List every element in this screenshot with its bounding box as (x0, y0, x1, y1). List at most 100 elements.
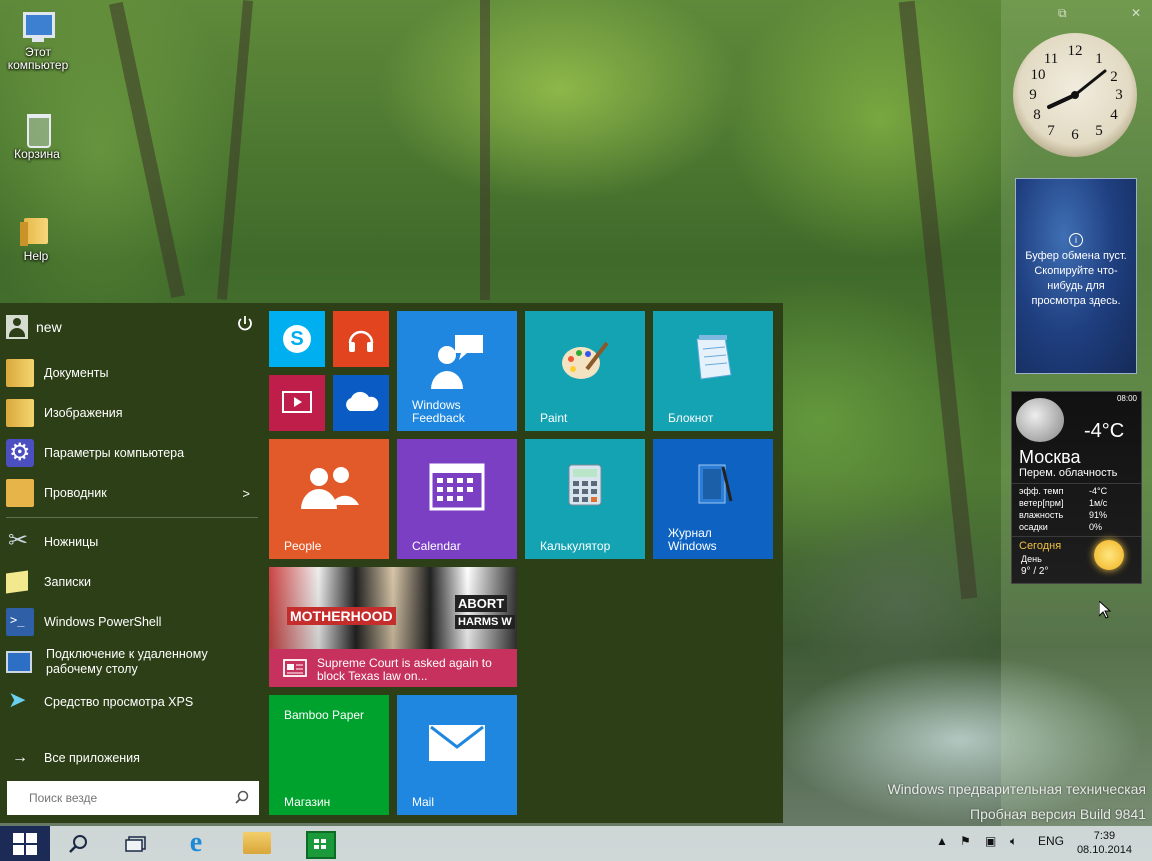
folder-icon (18, 212, 54, 248)
arrow-right-icon: → (12, 749, 28, 766)
paint-palette-icon (562, 341, 609, 379)
desktop-icon-help-folder[interactable]: Help (1, 212, 71, 263)
tile-video[interactable] (269, 375, 325, 431)
clock-date: 08.10.2014 (1076, 844, 1132, 856)
tile-windows-feedback[interactable]: Windows Feedback (397, 311, 517, 431)
volume-icon[interactable]: 🔈︎ (1010, 834, 1017, 849)
windows-logo-icon (13, 833, 37, 855)
weather-row: ветер[прм] 1м/с (1019, 498, 1108, 508)
mouse-cursor-icon (1099, 601, 1111, 619)
weather-gadget[interactable]: 08:00 -4°C Москва Перем. облачность эфф.… (1011, 391, 1142, 584)
input-language-indicator[interactable]: ENG (1038, 834, 1064, 848)
tile-news[interactable]: MOTHERHOOD ABORT HARMS W Supreme Court i… (269, 567, 517, 687)
menu-item-remote-desktop[interactable]: Подключение к удаленному рабочему столу (6, 644, 258, 680)
clock-gadget[interactable]: 12 1 2 3 4 5 6 7 8 9 10 11 (1013, 33, 1137, 157)
start-menu: new Документы Изображения Параметры комп… (0, 303, 783, 823)
cloud-icon (346, 391, 379, 411)
desktop-icon-label: Этот компьютер (7, 45, 69, 72)
tile-calendar[interactable]: Calendar (397, 439, 517, 559)
tile-label: Mail (412, 795, 435, 809)
news-photo: MOTHERHOOD ABORT HARMS W (269, 567, 517, 649)
start-button[interactable] (0, 826, 50, 861)
search-icon[interactable] (235, 790, 249, 804)
pc-settings-icon (6, 438, 34, 467)
taskbar-search-button[interactable] (54, 826, 104, 861)
tile-label: Магазин (284, 795, 331, 809)
chevron-right-icon[interactable]: > (242, 486, 250, 501)
menu-item-pc-settings[interactable]: Параметры компьютера (6, 435, 258, 471)
protest-sign-text: MOTHERHOOD (287, 607, 396, 625)
tree-trunk (480, 0, 490, 300)
tile-label: Калькулятор (540, 539, 611, 553)
info-icon: i (1069, 233, 1083, 247)
search-input[interactable] (27, 790, 231, 806)
recycle-bin-icon (19, 110, 55, 148)
desktop-icon-recycle-bin[interactable]: Корзина (2, 110, 72, 161)
desktop-icon-label: Корзина (14, 147, 60, 161)
menu-item-xps-viewer[interactable]: Средство просмотра XPS (6, 684, 258, 720)
weather-day-label: День (1021, 554, 1042, 564)
tile-notepad[interactable]: Блокнот (653, 311, 773, 431)
build-watermark-line2: Пробная версия Build 9841 (970, 806, 1146, 822)
menu-item-label: Параметры компьютера (44, 446, 185, 460)
weather-temperature: -4°C (1084, 420, 1125, 442)
gadget-close-icon[interactable]: ✕ (1131, 6, 1141, 20)
menu-item-file-explorer[interactable]: Проводник > (6, 475, 258, 511)
store-featured-app: Bamboo Paper (284, 708, 365, 722)
tile-store[interactable]: Bamboo Paper Магазин (269, 695, 389, 815)
user-account[interactable]: new (6, 311, 258, 343)
weather-row: осадки 0% (1019, 522, 1103, 532)
menu-item-pictures[interactable]: Изображения (6, 395, 258, 431)
weather-city: Москва (1019, 447, 1081, 467)
menu-item-powershell[interactable]: Windows PowerShell (6, 604, 258, 640)
tile-paint[interactable]: Paint (525, 311, 645, 431)
video-icon (282, 391, 312, 413)
user-avatar-icon (6, 315, 28, 339)
tile-label: Журнал Windows (668, 526, 717, 553)
gadget-resize-icon[interactable]: ⧉ (1058, 6, 1067, 21)
network-icon[interactable]: ▣ (985, 834, 996, 848)
action-center-flag-icon[interactable]: ⚑ (960, 834, 971, 848)
tile-music[interactable] (333, 311, 389, 367)
tree-trunk (108, 1, 186, 299)
taskbar-file-explorer[interactable] (232, 826, 282, 861)
power-icon[interactable] (236, 315, 254, 333)
tile-calculator[interactable]: Калькулятор (525, 439, 645, 559)
taskbar-internet-explorer[interactable]: e (170, 826, 220, 861)
menu-item-label: Записки (44, 575, 91, 589)
tree-trunk (898, 0, 978, 600)
headphones-icon (348, 330, 374, 352)
menu-item-label: Ножницы (44, 535, 99, 549)
tile-label: People (284, 539, 322, 553)
sun-icon (1094, 540, 1124, 570)
calculator-icon (568, 464, 602, 506)
menu-item-documents[interactable]: Документы (6, 355, 258, 391)
search-box[interactable] (7, 781, 259, 815)
tile-onedrive[interactable] (333, 375, 389, 431)
clipboard-gadget[interactable]: i Буфер обмена пуст. Скопируйте что-нибу… (1015, 178, 1137, 374)
menu-item-sticky-notes[interactable]: Записки (6, 564, 258, 600)
menu-item-snipping-tool[interactable]: Ножницы (6, 524, 258, 560)
taskbar: e ▲ ⚑ ▣ 🔈︎ ENG 7:39 08.10.2014 (0, 826, 1152, 861)
snipping-tool-icon (6, 526, 34, 556)
news-caption: Supreme Court is asked again to block Te… (269, 649, 517, 687)
menu-item-label: Средство просмотра XPS (44, 695, 194, 709)
notepad-icon (696, 335, 732, 380)
task-view-icon (125, 836, 146, 852)
all-apps-button[interactable]: → Все приложения (6, 744, 258, 772)
tile-mail[interactable]: Mail (397, 695, 517, 815)
build-watermark-line1: Windows предварительная техническая (887, 781, 1146, 797)
clipboard-message: Буфер обмена пуст. Скопируйте что-нибудь… (1025, 250, 1127, 307)
tile-label: Блокнот (668, 411, 714, 425)
tile-windows-journal[interactable]: Журнал Windows (653, 439, 773, 559)
tile-skype[interactable]: S (269, 311, 325, 367)
show-hidden-icons-chevron-icon[interactable]: ▲ (936, 834, 948, 848)
taskbar-store[interactable] (294, 826, 344, 861)
tile-people[interactable]: People (269, 439, 389, 559)
user-name: new (36, 319, 62, 335)
task-view-button[interactable] (110, 826, 160, 861)
protest-sign-text: HARMS W (455, 615, 515, 629)
file-explorer-icon (243, 832, 271, 854)
system-clock[interactable]: 7:39 08.10.2014 (1077, 829, 1132, 857)
desktop-icon-this-pc[interactable]: Этот компьютер (3, 8, 73, 72)
